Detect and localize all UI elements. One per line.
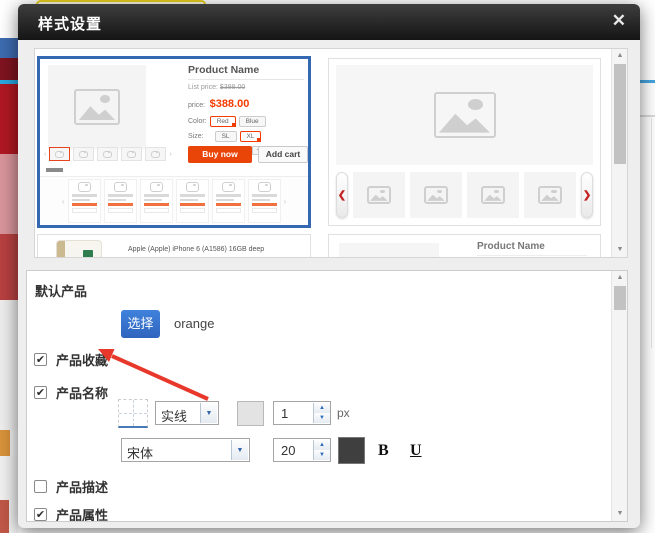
size-option-xl[interactable]: XL [240,131,262,142]
chevron-down-icon[interactable]: ▼ [231,440,248,460]
spinner-down-icon[interactable]: ▼ [314,450,330,460]
border-width-input[interactable]: 1 ▲ ▼ [273,401,331,425]
scrollbar-thumb[interactable] [614,286,626,310]
image-placeholder-icon [74,89,120,125]
checkbox-row-description: 产品描述 [34,477,108,496]
related-next-icon[interactable]: › [284,197,287,206]
related-prev-icon[interactable]: ‹ [62,197,65,206]
gallery-thumbnail [524,172,576,218]
related-product-card [68,179,101,223]
add-cart-button[interactable]: Add cart [258,146,308,163]
background-blue-line [639,80,655,83]
related-product-card [140,179,173,223]
carousel-prev-icon[interactable]: ❮ [336,172,348,218]
related-product-card [248,179,281,223]
border-color-swatch[interactable] [237,401,264,426]
related-product-card [176,179,209,223]
color-option-red[interactable]: Red [210,116,236,127]
carousel-next-icon[interactable]: ❯ [581,172,593,218]
font-family-select[interactable]: 宋体 ▼ [121,438,250,462]
template-card-detail2[interactable]: Product Name List price: $388.00 [328,234,601,258]
checkbox-row-attribute: ✔ 产品属性 [34,505,108,522]
default-product-label: 默认产品 [35,281,87,300]
product-photo [56,240,102,258]
selected-product-value: orange [174,316,214,331]
dialog-header: 样式设置 ✕ [18,4,640,40]
spinner-up-icon[interactable]: ▲ [314,440,330,450]
style-settings-dialog: 样式设置 ✕ Product Name List price: $388.00 … [18,4,640,528]
scrollbar-thumb[interactable] [614,64,626,164]
background-gray-line [639,115,655,117]
scroll-down-icon[interactable]: ▼ [612,507,628,521]
bold-button[interactable]: B [378,442,389,460]
border-side-picker[interactable] [118,399,148,428]
gallery-thumbnail [467,172,519,218]
form-scrollbar[interactable]: ▲ ▼ [611,271,627,521]
template-card-gallery[interactable]: ❮ ❯ [328,58,601,226]
px-unit-label: px [337,406,350,420]
font-size-input[interactable]: 20 ▲ ▼ [273,438,331,462]
preview-list-price: $388.00 [220,84,245,91]
border-style-select[interactable]: 实线 ▼ [155,401,219,425]
size-option-sl[interactable]: SL [215,131,237,142]
dialog-body: Product Name List price: $388.00 price: … [18,40,640,528]
page: 样式设置 ✕ Product Name List price: $388.00 … [0,0,655,533]
checkbox-row-favorite: ✔ 产品收藏 [34,350,108,369]
background-left-strip [0,0,18,533]
template-card-detail-selected[interactable]: Product Name List price: $388.00 price: … [37,56,311,228]
chevron-down-icon[interactable]: ▼ [200,403,217,423]
font-color-swatch[interactable] [338,437,365,464]
spinner-up-icon[interactable]: ▲ [314,403,330,413]
preview-scrollbar[interactable]: ▲ ▼ [611,49,627,257]
close-icon[interactable]: ✕ [612,11,626,31]
checkbox-row-name: ✔ 产品名称 [34,383,108,402]
related-product-card [212,179,245,223]
thumbnail[interactable] [73,147,94,161]
thumbnail[interactable] [49,147,70,161]
template-card-list[interactable]: Apple (Apple) iPhone 6 (A1586) 16GB deep [37,234,311,258]
name-checkbox[interactable]: ✔ [34,386,47,399]
thumbs-next-icon[interactable]: › [169,151,171,158]
template-preview-panel: Product Name List price: $388.00 price: … [34,48,628,258]
thumbnail[interactable] [145,147,166,161]
preview-price: $388.00 [210,98,250,110]
style-form-panel: 默认产品 选择 orange ✔ 产品收藏 ✔ 产品名称 实线 ▼ [26,270,628,522]
related-section-label [46,168,63,172]
related-product-card [104,179,137,223]
scroll-up-icon[interactable]: ▲ [612,49,628,63]
preview-product-name: Product Name [188,64,304,80]
select-product-button[interactable]: 选择 [121,310,160,338]
color-option-blue[interactable]: Blue [239,116,266,127]
image-placeholder-icon [434,92,496,138]
thumbnail[interactable] [97,147,118,161]
gallery-thumbnail [410,172,462,218]
scroll-down-icon[interactable]: ▼ [612,243,628,257]
spinner-down-icon[interactable]: ▼ [314,413,330,423]
related-products-carousel: ‹ › [40,176,308,225]
buy-now-button[interactable]: Buy now [188,146,252,163]
scroll-up-icon[interactable]: ▲ [612,271,628,285]
attribute-checkbox[interactable]: ✔ [34,508,47,521]
list-item-price-bar [128,257,233,258]
background-right-strip [639,0,655,533]
thumbnail[interactable] [121,147,142,161]
description-checkbox[interactable] [34,480,47,493]
list-item-title: Apple (Apple) iPhone 6 (A1586) 16GB deep [128,246,298,253]
thumbs-prev-icon[interactable]: ‹ [44,151,46,158]
dialog-title: 样式设置 [38,13,102,34]
underline-button[interactable]: U [410,442,422,460]
gallery-thumbnail [353,172,405,218]
favorite-checkbox[interactable]: ✔ [34,353,47,366]
